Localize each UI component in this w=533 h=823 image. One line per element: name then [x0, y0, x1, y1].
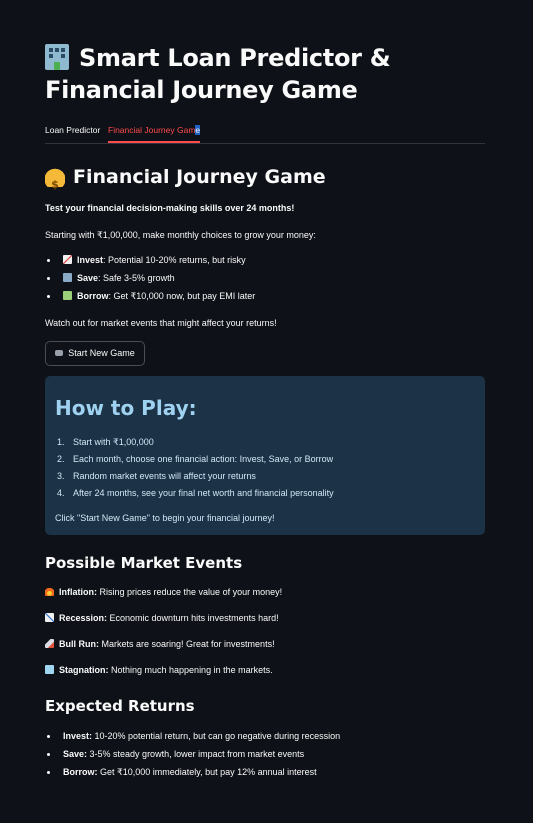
option-desc: : Get ₹10,000 now, but pay EMI later: [108, 291, 256, 301]
return-desc: 10-20% potential return, but can go nega…: [92, 731, 341, 741]
money-bag-icon: [45, 165, 65, 199]
office-building-icon: [45, 44, 69, 70]
event-name: Inflation:: [59, 587, 97, 597]
money-with-wings-icon: [63, 291, 72, 300]
list-item-borrow-return: Borrow: Get ₹10,000 immediately, but pay…: [45, 763, 340, 781]
how-to-play-footer: Click "Start New Game" to begin your fin…: [55, 513, 275, 523]
step-item: 2. Each month, choose one financial actio…: [57, 454, 334, 464]
bank-icon: [63, 273, 72, 282]
game-intro: Starting with ₹1,00,000, make monthly ch…: [45, 230, 316, 240]
tab-bar: Loan Predictor Financial Journey Game: [45, 120, 485, 144]
step-item: 1. Start with ₹1,00,000: [57, 437, 154, 447]
event-name: Stagnation:: [59, 665, 109, 675]
return-name: Save:: [63, 749, 88, 759]
step-text: Random market events will affect your re…: [73, 471, 256, 481]
game-intro-bold: Test your financial decision-making skil…: [45, 203, 295, 213]
tab-financial-journey-game[interactable]: Financial Journey Game: [108, 120, 201, 143]
return-name: Invest:: [63, 731, 93, 741]
expected-returns-title: Expected Returns: [45, 697, 195, 715]
step-text: Each month, choose one financial action:…: [73, 454, 334, 464]
game-heading: Financial Journey Game: [45, 163, 326, 199]
page-title: Smart Loan Predictor & Financial Journey…: [45, 42, 485, 106]
list-item-borrow: Borrow: Get ₹10,000 now, but pay EMI lat…: [45, 287, 255, 305]
chart-increasing-icon: [63, 255, 72, 264]
list-item-invest-return: Invest: 10-20% potential return, but can…: [45, 727, 340, 745]
option-name: Invest: [77, 255, 104, 265]
page-title-text: Smart Loan Predictor & Financial Journey…: [45, 44, 391, 104]
event-bull-run: Bull Run: Markets are soaring! Great for…: [45, 637, 275, 651]
market-events-title: Possible Market Events: [45, 554, 243, 572]
how-to-play-title: How to Play:: [55, 396, 197, 420]
event-name: Recession:: [59, 613, 108, 623]
how-to-play-box: How to Play: 1. Start with ₹1,00,000 2. Ea…: [45, 376, 485, 535]
event-recession: Recession: Economic downturn hits invest…: [45, 611, 279, 625]
event-desc: Rising prices reduce the value of your m…: [97, 587, 283, 597]
event-desc: Nothing much happening in the markets.: [108, 665, 273, 675]
event-desc: Economic downturn hits investments hard!: [107, 613, 279, 623]
event-desc: Markets are soaring! Great for investmen…: [99, 639, 275, 649]
event-inflation: Inflation: Rising prices reduce the valu…: [45, 585, 282, 599]
return-desc: Get ₹10,000 immediately, but pay 12% ann…: [97, 767, 317, 777]
market-warning: Watch out for market events that might a…: [45, 318, 277, 328]
game-controller-icon: [55, 350, 64, 356]
how-to-play-steps: 1. Start with ₹1,00,000 2. Each month, cho…: [57, 434, 334, 502]
option-name: Save: [77, 273, 99, 283]
event-stagnation: Stagnation: Nothing much happening in th…: [45, 663, 273, 677]
return-name: Borrow:: [63, 767, 98, 777]
game-heading-text: Financial Journey Game: [73, 166, 326, 188]
tab-label-part: Financial Journey Gam: [108, 125, 196, 135]
start-button-label: Start New Game: [68, 348, 135, 358]
event-name: Bull Run:: [59, 639, 99, 649]
tab-label-selected-char: e: [195, 125, 201, 135]
ice-cube-icon: [45, 665, 54, 674]
expected-returns-list: Invest: 10-20% potential return, but can…: [45, 727, 340, 781]
step-text: Start with ₹1,00,000: [73, 437, 154, 447]
fire-icon: [45, 587, 54, 596]
list-item-save-return: Save: 3-5% steady growth, lower impact f…: [45, 745, 340, 763]
list-item-save: Save: Safe 3-5% growth: [45, 269, 255, 287]
option-name: Borrow: [77, 291, 109, 301]
tab-loan-predictor[interactable]: Loan Predictor: [45, 120, 100, 143]
return-desc: 3-5% steady growth, lower impact from ma…: [87, 749, 305, 759]
chart-decreasing-icon: [45, 613, 54, 622]
step-item: 4. After 24 months, see your final net wo…: [57, 488, 334, 498]
option-desc: : Safe 3-5% growth: [98, 273, 175, 283]
start-new-game-button[interactable]: Start New Game: [45, 341, 145, 366]
step-item: 3. Random market events will affect your …: [57, 471, 256, 481]
option-desc: : Potential 10-20% returns, but risky: [103, 255, 246, 265]
list-item-invest: Invest: Potential 10-20% returns, but ri…: [45, 251, 255, 269]
rocket-icon: [45, 639, 54, 648]
step-text: After 24 months, see your final net wort…: [73, 488, 334, 498]
game-options-list: Invest: Potential 10-20% returns, but ri…: [45, 251, 255, 305]
